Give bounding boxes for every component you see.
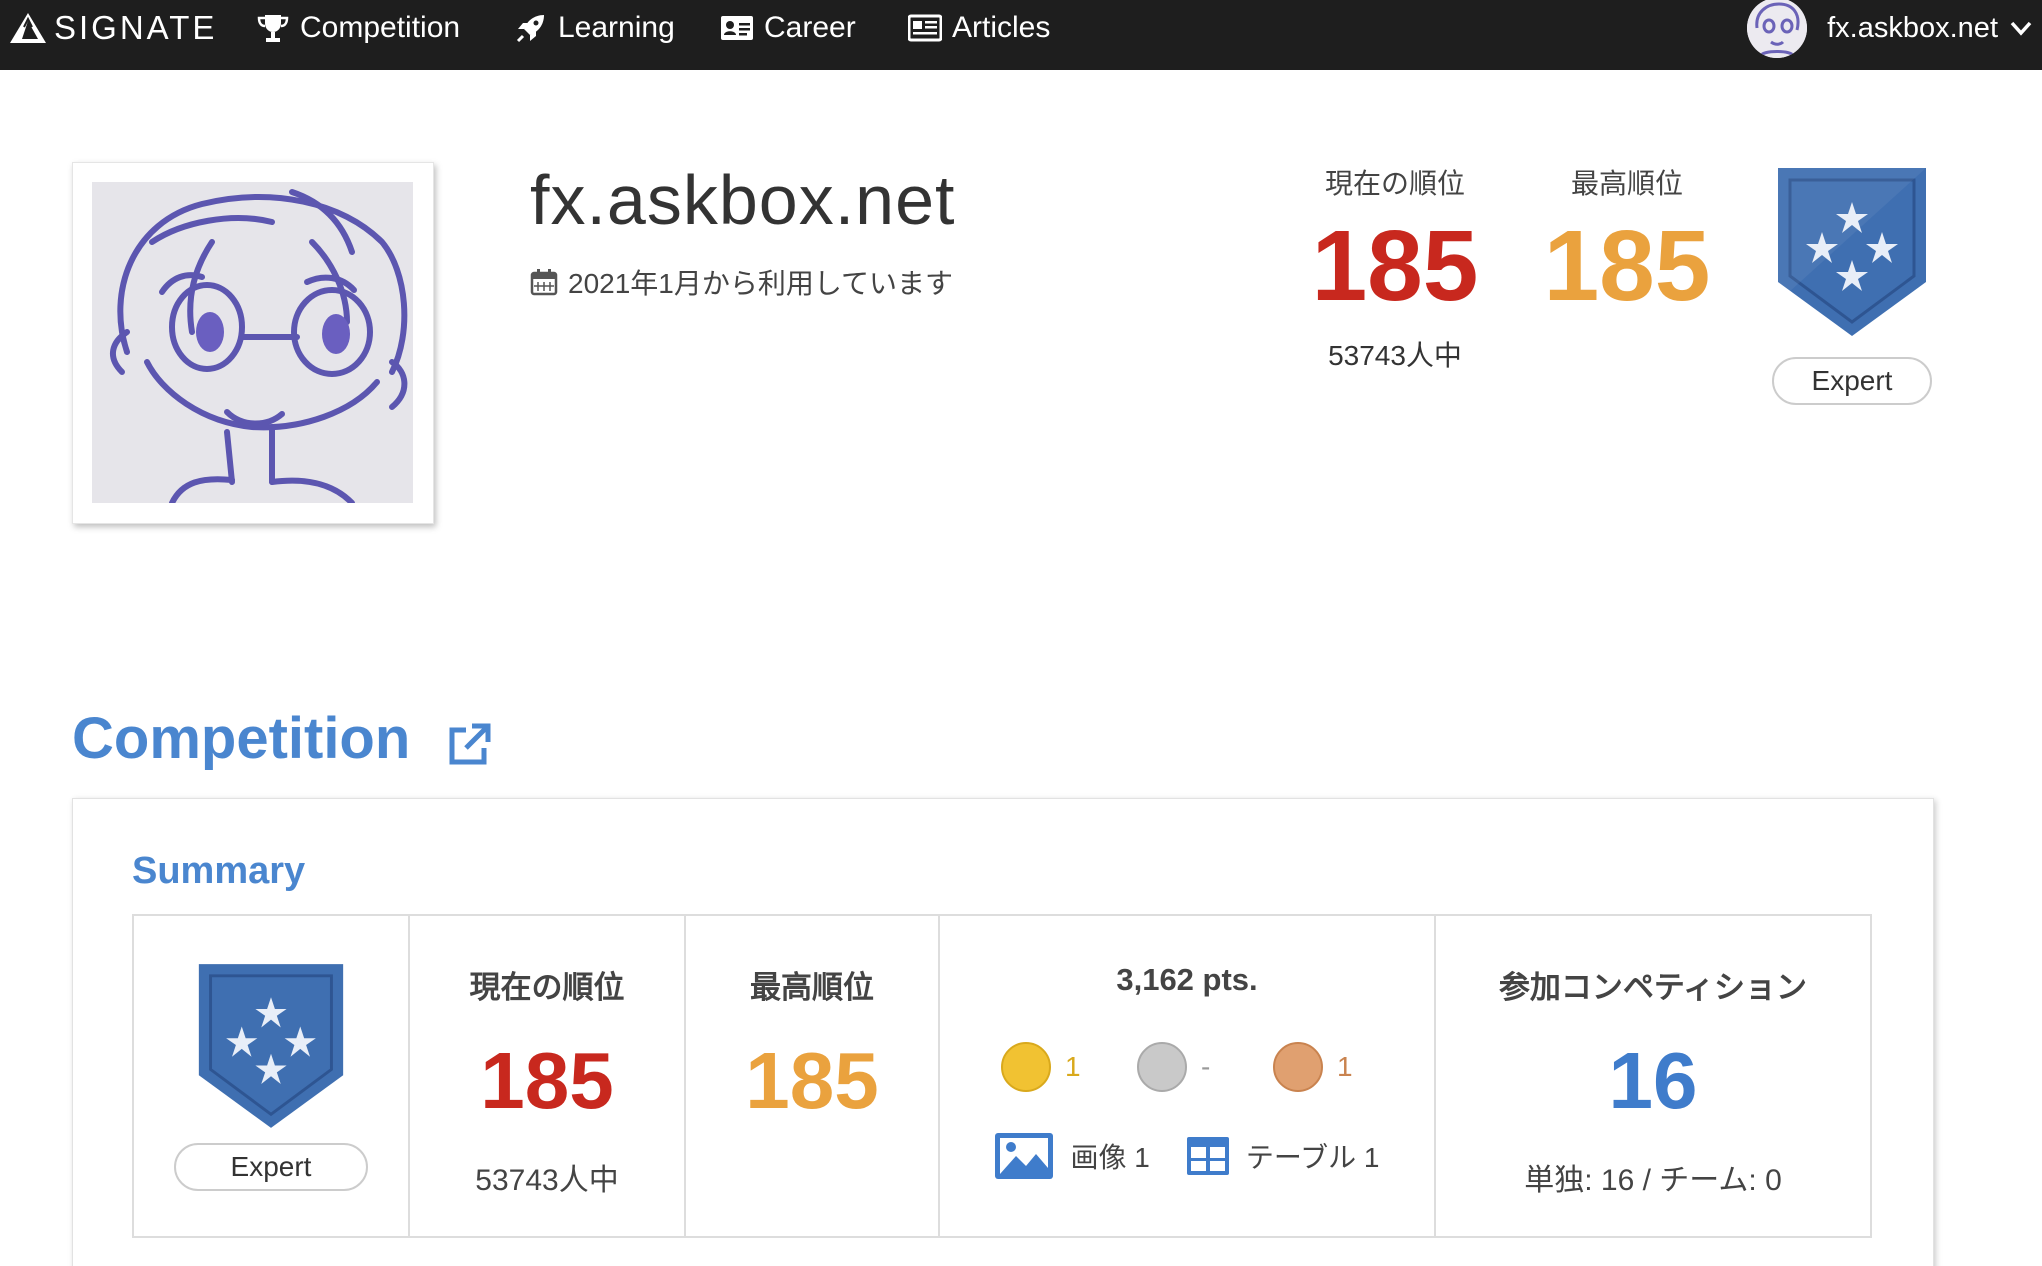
- header-tier-badge: Expert: [1772, 162, 1932, 405]
- gold-medal-icon: [1001, 1042, 1051, 1092]
- bronze-medal-count: 1: [1337, 1051, 1353, 1082]
- summary-current-rank-cell: 現在の順位 185 53743人中: [410, 916, 686, 1236]
- nav-learning[interactable]: Learning: [514, 8, 675, 48]
- header-best-rank-label: 最高順位: [1570, 168, 1683, 199]
- bronze-medal: 1: [1273, 1042, 1373, 1092]
- nav-career-label: Career: [764, 11, 856, 44]
- header-current-rank-value: 185: [1311, 210, 1479, 322]
- table-icon: [1186, 1137, 1229, 1175]
- gold-medal: 1: [1001, 1042, 1101, 1092]
- category-row: 画像 1 テーブル 1: [940, 1132, 1434, 1180]
- silver-medal: -: [1137, 1042, 1237, 1092]
- member-since: 2021年1月から利用しています: [530, 262, 953, 302]
- profile-photo: [72, 162, 434, 524]
- nav-learning-label: Learning: [558, 11, 675, 44]
- summary-points: 3,162 pts.: [1116, 962, 1258, 997]
- chevron-down-icon: [2010, 21, 2032, 36]
- brand-text: SIGNATE: [54, 9, 218, 46]
- top-nav: SIGNATE Competition Learning Career Arti…: [0, 0, 2042, 70]
- gold-medal-count: 1: [1065, 1051, 1081, 1082]
- summary-tier-cell: Expert: [134, 916, 410, 1236]
- external-link-icon[interactable]: [446, 722, 492, 768]
- nav-career[interactable]: Career: [720, 8, 856, 48]
- summary-best-rank-cell: 最高順位 185: [686, 916, 940, 1236]
- nav-articles-label: Articles: [952, 11, 1051, 44]
- profile-name: fx.askbox.net: [530, 161, 956, 239]
- header-current-rank: 現在の順位 185 53743人中: [1300, 162, 1490, 374]
- header-tier-label: Expert: [1772, 357, 1932, 405]
- summary-participation-cell: 参加コンペティション 16 単独: 16 / チーム: 0: [1436, 916, 1870, 1236]
- nav-articles[interactable]: Articles: [908, 8, 1050, 48]
- summary-points-cell: 3,162 pts. 1 - 1 画像 1 テーブル 1: [940, 916, 1436, 1236]
- user-menu[interactable]: fx.askbox.net: [1747, 0, 2034, 58]
- summary-best-rank-value: 185: [745, 1036, 879, 1125]
- header-current-rank-label: 現在の順位: [1324, 168, 1465, 199]
- table-category-count: テーブル 1: [1245, 1142, 1380, 1173]
- participation-label: 参加コンペティション: [1498, 970, 1808, 1005]
- summary-current-rank-label: 現在の順位: [469, 970, 625, 1005]
- header-total-users: 53743人中: [1328, 340, 1462, 371]
- signate-logo-icon: [10, 13, 46, 43]
- silver-medal-count: -: [1201, 1051, 1211, 1082]
- summary-current-rank-value: 185: [480, 1036, 614, 1125]
- medal-row: 1 - 1: [940, 1042, 1434, 1092]
- expert-badge-icon: [1778, 168, 1926, 336]
- summary-tier-label: Expert: [174, 1143, 368, 1191]
- header-best-rank: 最高順位 185: [1532, 162, 1722, 316]
- expert-badge-icon: [198, 964, 344, 1128]
- silver-medal-icon: [1137, 1042, 1187, 1092]
- calendar-icon: [530, 269, 558, 296]
- avatar: [1747, 0, 1808, 58]
- participation-count: 16: [1608, 1036, 1698, 1125]
- rocket-icon: [516, 15, 544, 43]
- user-name: fx.askbox.net: [1827, 11, 1998, 44]
- trophy-icon: [257, 15, 289, 42]
- header-best-rank-value: 185: [1543, 210, 1711, 322]
- image-icon: [995, 1133, 1054, 1179]
- signate-logo[interactable]: SIGNATE: [8, 8, 217, 48]
- summary-total-users: 53743人中: [475, 1164, 619, 1197]
- nav-competition[interactable]: Competition: [256, 8, 460, 48]
- nav-competition-label: Competition: [300, 11, 461, 44]
- image-category-count: 画像 1: [1070, 1142, 1150, 1173]
- competition-section-title: Competition: [72, 705, 492, 772]
- summary-best-rank-label: 最高順位: [750, 970, 874, 1005]
- newspaper-icon: [908, 14, 942, 42]
- id-card-icon: [721, 16, 753, 40]
- member-since-text: 2021年1月から利用しています: [568, 268, 954, 299]
- competition-title-text: Competition: [72, 706, 411, 771]
- profile-drawing: [92, 182, 413, 503]
- summary-table: Expert 現在の順位 185 53743人中 最高順位 185 3,162 …: [132, 914, 1872, 1238]
- participation-breakdown: 単独: 16 / チーム: 0: [1524, 1164, 1782, 1197]
- bronze-medal-icon: [1273, 1042, 1323, 1092]
- summary-title: Summary: [132, 850, 306, 892]
